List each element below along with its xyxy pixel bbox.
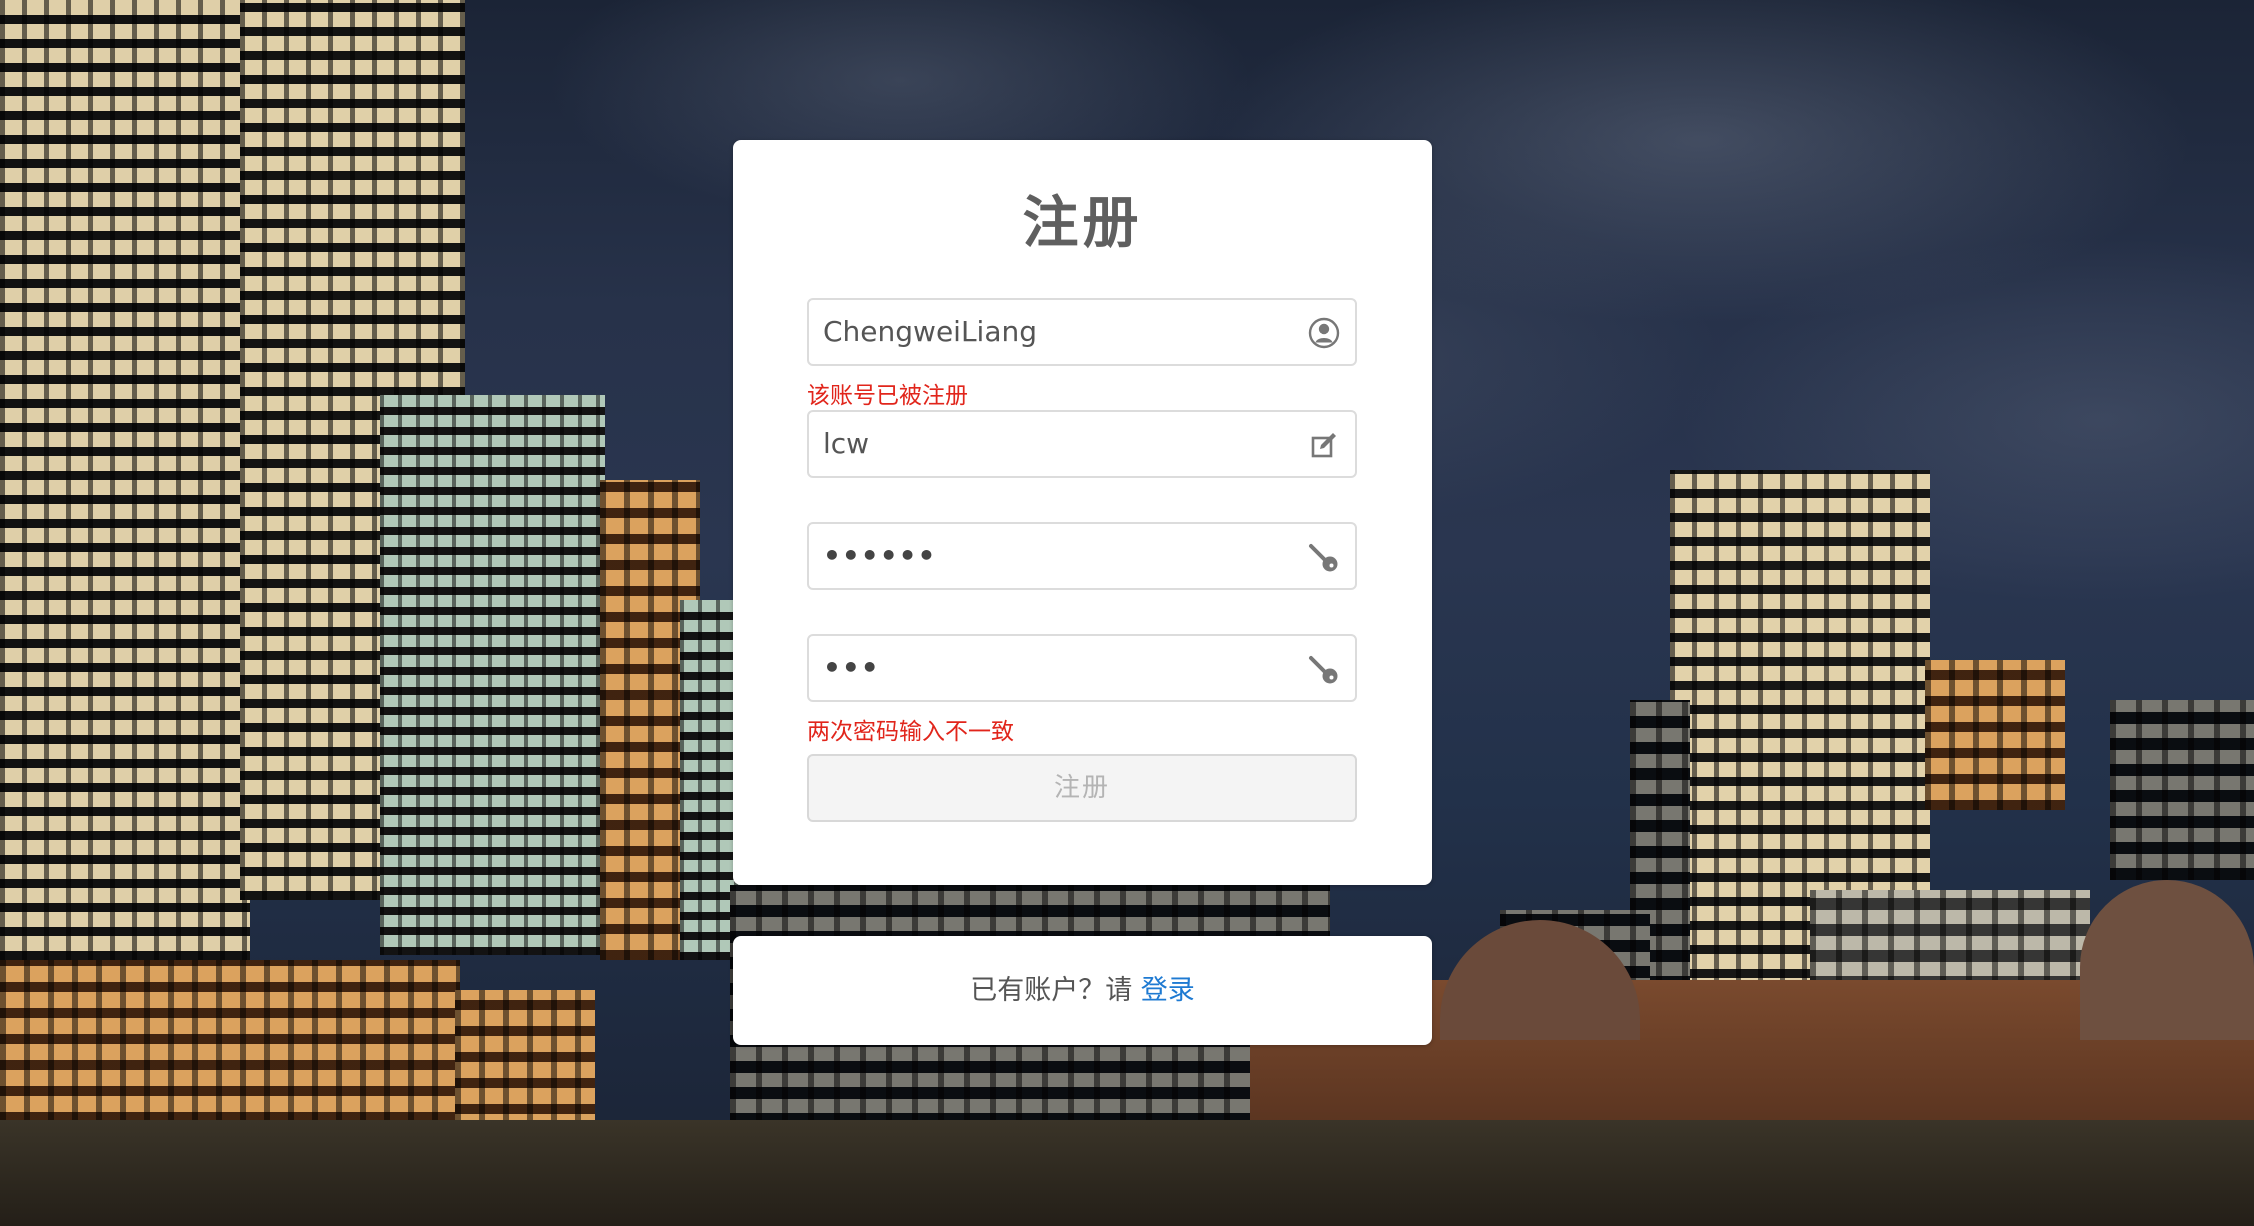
- login-prompt-text: 已有账户？请: [970, 975, 1141, 1006]
- login-prompt-card: 已有账户？请 登录: [733, 936, 1432, 1045]
- page-title: 注册: [1022, 191, 1143, 256]
- nickname-value: lcw: [823, 427, 870, 460]
- confirm-password-error: 两次密码输入不一致: [807, 719, 1014, 745]
- building: [380, 395, 605, 955]
- username-field[interactable]: ChengweiLiang: [807, 298, 1357, 366]
- station-dome: [2080, 880, 2254, 1040]
- nickname-field[interactable]: lcw: [807, 410, 1357, 478]
- building: [0, 0, 250, 960]
- building: [2110, 700, 2254, 880]
- register-button[interactable]: 注册: [807, 754, 1357, 822]
- key-icon: [1307, 652, 1341, 686]
- register-card: 注册 ChengweiLiang 该账号已被注册 lcw •••••• ••• …: [733, 140, 1432, 885]
- user-icon: [1307, 316, 1341, 350]
- building: [1925, 660, 2065, 810]
- username-error: 该账号已被注册: [807, 383, 968, 409]
- street: [0, 1120, 2254, 1226]
- password-value: ••••••: [823, 539, 937, 572]
- login-link[interactable]: 登录: [1141, 975, 1195, 1006]
- edit-icon: [1307, 428, 1341, 462]
- confirm-password-value: •••: [823, 651, 880, 684]
- key-icon: [1307, 540, 1341, 574]
- building: [455, 990, 595, 1140]
- confirm-password-field[interactable]: •••: [807, 634, 1357, 702]
- username-value: ChengweiLiang: [823, 315, 1038, 348]
- password-field[interactable]: ••••••: [807, 522, 1357, 590]
